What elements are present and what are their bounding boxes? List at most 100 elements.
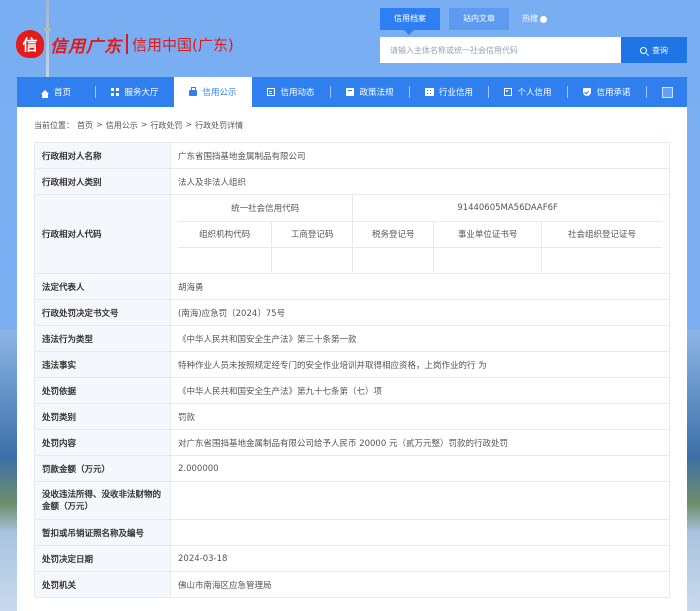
fire-icon	[540, 15, 547, 23]
field-label: 处罚机关	[34, 571, 171, 598]
nav-item-service-hall[interactable]: 服务大厅	[96, 77, 174, 107]
field-value	[170, 481, 670, 520]
id-card-icon	[504, 88, 513, 96]
hot-search-label: 热搜	[522, 14, 538, 23]
uscc-value: 91440605MA56DAAF6F	[352, 195, 662, 222]
nav-item-label: 信用承诺	[596, 88, 631, 98]
site-header: 信 信用广东 信用中国(广东) 信用档案 站内文章 热搜 查询	[0, 0, 700, 76]
search-button[interactable]: 查询	[621, 37, 687, 63]
logo-title: 信用中国(广东)	[132, 35, 234, 54]
table-row: 法定代表人 胡海勇	[34, 273, 670, 300]
table-row: 罚款金额（万元） 2.000000	[34, 455, 670, 482]
nav-item-personal-credit[interactable]: 个人信用	[489, 77, 567, 107]
field-value: 特种作业人员未按照规定经专门的安全作业培训并取得相应资格，上岗作业的行 为	[170, 351, 670, 378]
field-label: 法定代表人	[34, 273, 171, 300]
nav-item-policy[interactable]: 政策法规	[331, 77, 409, 107]
code-header: 工商登记码	[271, 220, 354, 248]
code-header: 事业单位证书号	[433, 220, 543, 248]
code-value	[541, 246, 662, 273]
breadcrumb-separator: >	[96, 120, 103, 129]
code-value	[433, 246, 543, 273]
codes-cell: 统一社会信用代码 91440605MA56DAAF6F 组织机构代码 工商登记码…	[170, 194, 670, 274]
table-row: 行政相对人名称 广东省围挡基地金属制品有限公司	[34, 142, 670, 169]
code-value	[352, 246, 435, 273]
expand-icon	[661, 86, 673, 98]
breadcrumb-current: 行政处罚详情	[195, 121, 244, 130]
document-icon	[267, 88, 276, 96]
breadcrumb-credit-disclosure[interactable]: 信用公示	[106, 120, 138, 131]
breadcrumb-separator: >	[140, 120, 148, 129]
field-label: 没收违法所得、没收非法财物的金额（万元）	[34, 481, 171, 520]
field-label: 行政相对人名称	[34, 142, 171, 169]
field-label: 行政相对人代码	[34, 194, 171, 274]
code-header: 税务登记号	[352, 220, 435, 248]
table-row: 行政相对人类别 法人及非法人组织	[34, 168, 670, 195]
codes-table: 统一社会信用代码 91440605MA56DAAF6F 组织机构代码 工商登记码…	[178, 195, 662, 273]
home-icon	[40, 90, 49, 98]
field-label: 处罚内容	[34, 429, 171, 456]
field-value: 罚款	[170, 403, 670, 430]
field-label: 行政处罚决定书文号	[34, 299, 171, 326]
nav-item-industry-credit[interactable]: 行业信用	[410, 77, 488, 107]
book-icon	[346, 88, 355, 96]
search-button-label: 查询	[652, 45, 668, 55]
field-label: 罚款金额（万元）	[34, 455, 171, 482]
field-label: 处罚类别	[34, 403, 171, 430]
field-value: 2024-03-18	[170, 545, 670, 572]
code-value	[178, 246, 273, 273]
breadcrumb: 当前位置： 首页 > 信用公示 > 行政处罚 > 行政处罚详情	[34, 120, 246, 131]
background-cityscape-left	[0, 330, 17, 611]
breadcrumb-admin-penalty[interactable]: 行政处罚	[150, 120, 182, 131]
field-label: 暂扣或吊销证照名称及编号	[34, 519, 171, 546]
field-value: (南海)应急罚〔2024〕75号	[170, 299, 670, 326]
logo-divider	[126, 34, 128, 54]
field-value: 2.000000	[170, 455, 670, 482]
search-tabs: 信用档案 站内文章 热搜	[380, 8, 560, 35]
search-tab-credit-archive[interactable]: 信用档案	[380, 8, 440, 35]
background-cityscape-right	[687, 330, 700, 611]
nav-item-label: 政策法规	[359, 88, 394, 98]
table-row: 没收违法所得、没收非法财物的金额（万元）	[34, 481, 670, 520]
penalty-detail-table: 行政相对人名称 广东省围挡基地金属制品有限公司 行政相对人类别 法人及非法人组织…	[34, 142, 670, 598]
content-panel: 当前位置： 首页 > 信用公示 > 行政处罚 > 行政处罚详情 行政相对人名称 …	[17, 107, 687, 611]
nav-item-label: 信用公示	[202, 88, 237, 98]
breadcrumb-separator: >	[185, 120, 193, 129]
field-value: 《中华人民共和国安全生产法》第九十七条第（七）项	[170, 377, 670, 404]
nav-item-home[interactable]: 首页	[17, 77, 95, 107]
search-input[interactable]	[380, 37, 621, 63]
logo-mark-icon: 信	[16, 30, 44, 58]
field-value: 胡海勇	[170, 273, 670, 300]
nav-item-label: 服务大厅	[124, 88, 159, 98]
nav-item-credit-disclosure[interactable]: 信用公示	[174, 77, 252, 107]
table-row: 行政相对人代码 统一社会信用代码 91440605MA56DAAF6F 组织机构…	[34, 194, 670, 274]
search-tab-hot[interactable]: 热搜	[518, 8, 551, 30]
table-row: 暂扣或吊销证照名称及编号	[34, 519, 670, 546]
field-label: 违法行为类型	[34, 325, 171, 352]
breadcrumb-home[interactable]: 首页	[77, 120, 93, 131]
grid-icon	[111, 88, 120, 96]
table-row: 违法行为类型 《中华人民共和国安全生产法》第三十条第一款	[34, 325, 670, 352]
table-row: 处罚类别 罚款	[34, 403, 670, 430]
table-row: 处罚机关 佛山市南海区应急管理局	[34, 571, 670, 598]
field-value: 法人及非法人组织	[170, 168, 670, 195]
search-icon	[640, 46, 647, 54]
table-row: 违法事实 特种作业人员未按照规定经专门的安全作业培训并取得相应资格，上岗作业的行…	[34, 351, 670, 378]
logo-script-text: 信用广东	[50, 36, 122, 57]
code-header: 社会组织登记证号	[541, 220, 662, 248]
nav-expand-button[interactable]	[647, 77, 687, 107]
nav-item-credit-news[interactable]: 信用动态	[252, 77, 330, 107]
nav-item-credit-commitment[interactable]: 信用承诺	[568, 77, 646, 107]
field-value	[170, 519, 670, 546]
field-label: 处罚依据	[34, 377, 171, 404]
table-row: 行政处罚决定书文号 (南海)应急罚〔2024〕75号	[34, 299, 670, 326]
field-value: 佛山市南海区应急管理局	[170, 571, 670, 598]
field-value: 《中华人民共和国安全生产法》第三十条第一款	[170, 325, 670, 352]
search-tab-site-articles[interactable]: 站内文章	[449, 8, 509, 30]
code-header: 组织机构代码	[178, 220, 273, 248]
shield-check-icon	[583, 88, 592, 96]
nav-item-label: 个人信用	[517, 88, 552, 98]
field-label: 处罚决定日期	[34, 545, 171, 572]
field-value: 广东省围挡基地金属制品有限公司	[170, 142, 670, 169]
breadcrumb-prefix: 当前位置：	[34, 121, 74, 130]
site-logo[interactable]: 信 信用广东 信用中国(广东)	[16, 30, 234, 58]
